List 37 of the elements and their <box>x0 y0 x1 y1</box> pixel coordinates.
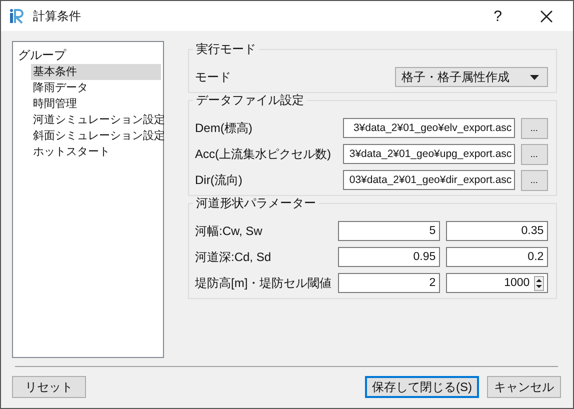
dialog-button[interactable]: キャンセル <box>487 376 561 398</box>
group-title: データファイル設定 <box>193 93 307 107</box>
browse-button[interactable]: ... <box>520 144 548 164</box>
number-field[interactable]: 5 <box>338 221 440 241</box>
browse-button[interactable]: ... <box>520 170 548 190</box>
group-item[interactable]: 降雨データ <box>31 80 161 96</box>
group-title: 河道形状パラメーター <box>193 196 319 210</box>
group-item[interactable]: 基本条件 <box>31 64 161 80</box>
close-icon[interactable] <box>540 10 553 22</box>
file-path-field[interactable]: 3¥data_2¥01_geo¥upg_export.asc <box>342 144 515 164</box>
spinner-icon[interactable] <box>534 276 544 290</box>
field-label: モード <box>195 68 232 86</box>
group-item[interactable]: ホットスタート <box>31 144 161 160</box>
list-title: グループ <box>17 47 68 64</box>
file-path-field[interactable]: 03¥data_2¥01_geo¥dir_export.asc <box>342 170 515 190</box>
number-field[interactable]: 0.35 <box>446 221 548 241</box>
number-field[interactable]: 0.2 <box>446 247 548 267</box>
file-path-field[interactable]: 3¥data_2¥01_geo¥elv_export.asc <box>342 118 515 138</box>
number-field[interactable]: 2 <box>338 273 440 293</box>
number-field[interactable]: 1000 <box>446 273 548 293</box>
window-title: 計算条件 <box>33 8 82 24</box>
field-label: Dir(流向) <box>195 172 244 188</box>
group-item[interactable]: 時間管理 <box>31 96 161 112</box>
dropdown-caret-icon <box>530 74 539 80</box>
number-field[interactable]: 0.95 <box>338 247 440 267</box>
mode-dropdown[interactable]: 格子・格子属性作成 <box>394 67 548 87</box>
browse-button[interactable]: ... <box>520 118 548 138</box>
field-label: Acc(上流集水ピクセル数) <box>195 146 332 162</box>
app-logo-icon <box>9 8 25 24</box>
field-label: 河幅:Cw, Sw <box>195 222 264 240</box>
dialog-button[interactable]: リセット <box>12 376 86 398</box>
field-label: 河道深:Cd, Sd <box>195 248 272 266</box>
field-label: 堤防高[m]・堤防セル閾値 <box>195 274 332 292</box>
field-label: Dem(標高) <box>195 120 254 136</box>
group-title: 実行モード <box>193 42 259 56</box>
help-button[interactable]: ? <box>494 8 502 24</box>
dialog-button[interactable]: 保存して閉じる(S) <box>365 376 479 398</box>
